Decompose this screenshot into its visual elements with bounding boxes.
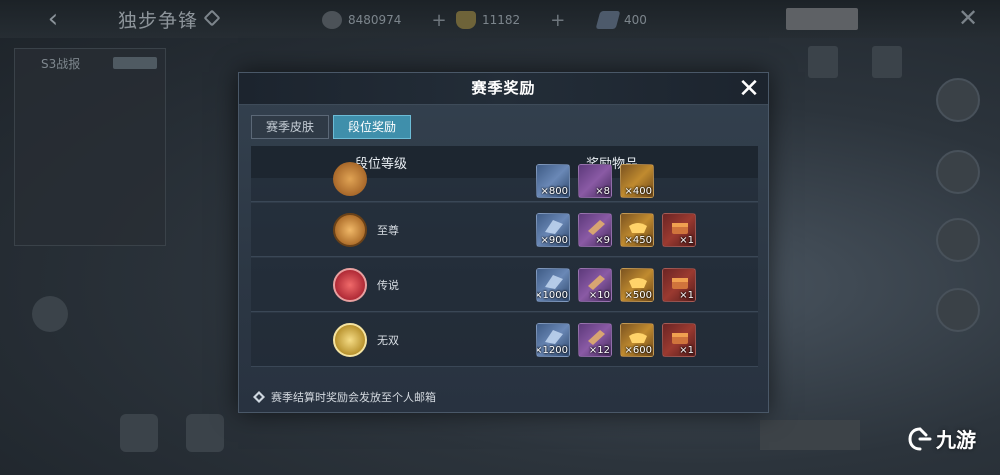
item-count: ×1200 <box>536 345 568 356</box>
rank-name: 至尊 <box>377 224 399 237</box>
silver-coin-icon <box>322 11 342 29</box>
status-badge <box>113 57 157 69</box>
ticket-icon[interactable]: ×1200 <box>536 323 570 357</box>
gold-ingot-icon[interactable]: ×450 <box>620 213 654 247</box>
top-action-button[interactable] <box>786 8 858 30</box>
top-bar: ‹ 独步争锋 8480974 + 11182 + 400 ✕ <box>0 0 1000 38</box>
avatar <box>808 46 838 78</box>
screen-title: 独步争锋 <box>118 10 199 32</box>
item-count: ×1 <box>679 345 694 356</box>
scroll-icon[interactable]: ×8 <box>578 164 612 198</box>
side-menu-icon[interactable] <box>936 288 980 332</box>
side-menu-icon[interactable] <box>936 150 980 194</box>
currency-silver: 8480974 + <box>322 9 447 31</box>
rank-badge-icon <box>333 323 367 357</box>
ticket-icon[interactable]: ×900 <box>536 213 570 247</box>
season-reward-dialog: 赛季奖励 ✕ 赛季皮肤 段位奖励 段位等级 奖励物品 ×800 ×8 ×400 … <box>238 72 769 413</box>
back-arrow-icon[interactable]: ‹ <box>38 4 68 34</box>
item-count: ×1 <box>679 235 694 246</box>
item-count: ×9 <box>595 235 610 246</box>
item-count: ×600 <box>624 345 652 356</box>
rank-badge-icon <box>333 213 367 247</box>
currency-gem: 400 <box>595 9 647 31</box>
item-count: ×800 <box>540 186 568 197</box>
scroll-icon[interactable]: ×9 <box>578 213 612 247</box>
item-count: ×400 <box>624 186 652 197</box>
item-count: ×12 <box>588 345 610 356</box>
rank-badge-icon <box>333 268 367 302</box>
scroll-icon[interactable]: ×12 <box>578 323 612 357</box>
dialog-title: 赛季奖励 <box>471 79 536 97</box>
trophy-icon[interactable] <box>32 296 68 332</box>
season-report-panel: S3战报 <box>14 48 166 246</box>
scroll-icon[interactable]: ×10 <box>578 268 612 302</box>
chest-icon[interactable]: ×1 <box>662 268 696 302</box>
footer-note: 赛季结算时奖励会发放至个人邮箱 <box>253 389 436 405</box>
ticket-icon[interactable]: ×800 <box>536 164 570 198</box>
footer-note-text: 赛季结算时奖励会发放至个人邮箱 <box>271 391 436 404</box>
item-count: ×500 <box>624 290 652 301</box>
gold-ingot-icon <box>456 11 476 29</box>
watermark-logo: 九游 <box>908 424 976 453</box>
currency-value: 400 <box>624 13 647 27</box>
add-icon[interactable]: + <box>550 10 565 31</box>
item-count: ×450 <box>624 235 652 246</box>
item-count: ×1 <box>679 290 694 301</box>
diamond-icon <box>203 9 221 27</box>
rank-badge-icon <box>333 162 367 196</box>
chest-icon[interactable]: ×1 <box>662 323 696 357</box>
rank-name: 无双 <box>377 334 399 347</box>
diamond-bullet-icon <box>253 391 265 403</box>
side-menu-icon[interactable] <box>936 78 980 122</box>
dialog-header: 赛季奖励 ✕ <box>239 73 768 105</box>
currency-value: 8480974 <box>348 13 402 27</box>
table-row: 无双 ×1200 ×12 ×600 ×1 <box>251 313 758 367</box>
rank-name: 传说 <box>377 279 399 292</box>
table-row: ×800 ×8 ×400 <box>251 162 758 202</box>
match-button[interactable] <box>760 420 860 450</box>
avatar <box>872 46 902 78</box>
reward-slot <box>120 414 158 452</box>
reward-slot <box>186 414 224 452</box>
item-count: ×900 <box>540 235 568 246</box>
item-count: ×8 <box>595 186 610 197</box>
chest-icon[interactable]: ×1 <box>662 213 696 247</box>
add-icon[interactable]: + <box>431 10 446 31</box>
table-header: 段位等级 奖励物品 <box>251 146 758 178</box>
tab-rank-reward[interactable]: 段位奖励 <box>333 115 411 139</box>
gold-ingot-icon[interactable]: ×600 <box>620 323 654 357</box>
gold-ingot-icon[interactable]: ×500 <box>620 268 654 302</box>
close-icon[interactable]: ✕ <box>954 4 982 32</box>
panel-title: S3战报 <box>41 57 81 71</box>
ticket-icon[interactable]: ×1000 <box>536 268 570 302</box>
table-row: 至尊 ×900 ×9 ×450 ×1 <box>251 203 758 257</box>
side-menu-icon[interactable] <box>936 218 980 262</box>
watermark-text: 九游 <box>936 428 976 452</box>
currency-gold: 11182 + <box>456 9 565 31</box>
logo-icon <box>908 427 932 450</box>
gold-ingot-icon[interactable]: ×400 <box>620 164 654 198</box>
table-row: 传说 ×1000 ×10 ×500 ×1 <box>251 258 758 312</box>
close-icon[interactable]: ✕ <box>735 75 763 103</box>
currency-value: 11182 <box>482 13 521 27</box>
item-count: ×10 <box>588 290 610 301</box>
item-count: ×1000 <box>536 290 568 301</box>
reward-table: 段位等级 奖励物品 ×800 ×8 ×400 至尊 ×900 ×9 ×450 ×… <box>251 146 758 370</box>
tab-season-skin[interactable]: 赛季皮肤 <box>251 115 329 139</box>
gem-icon <box>595 11 621 29</box>
